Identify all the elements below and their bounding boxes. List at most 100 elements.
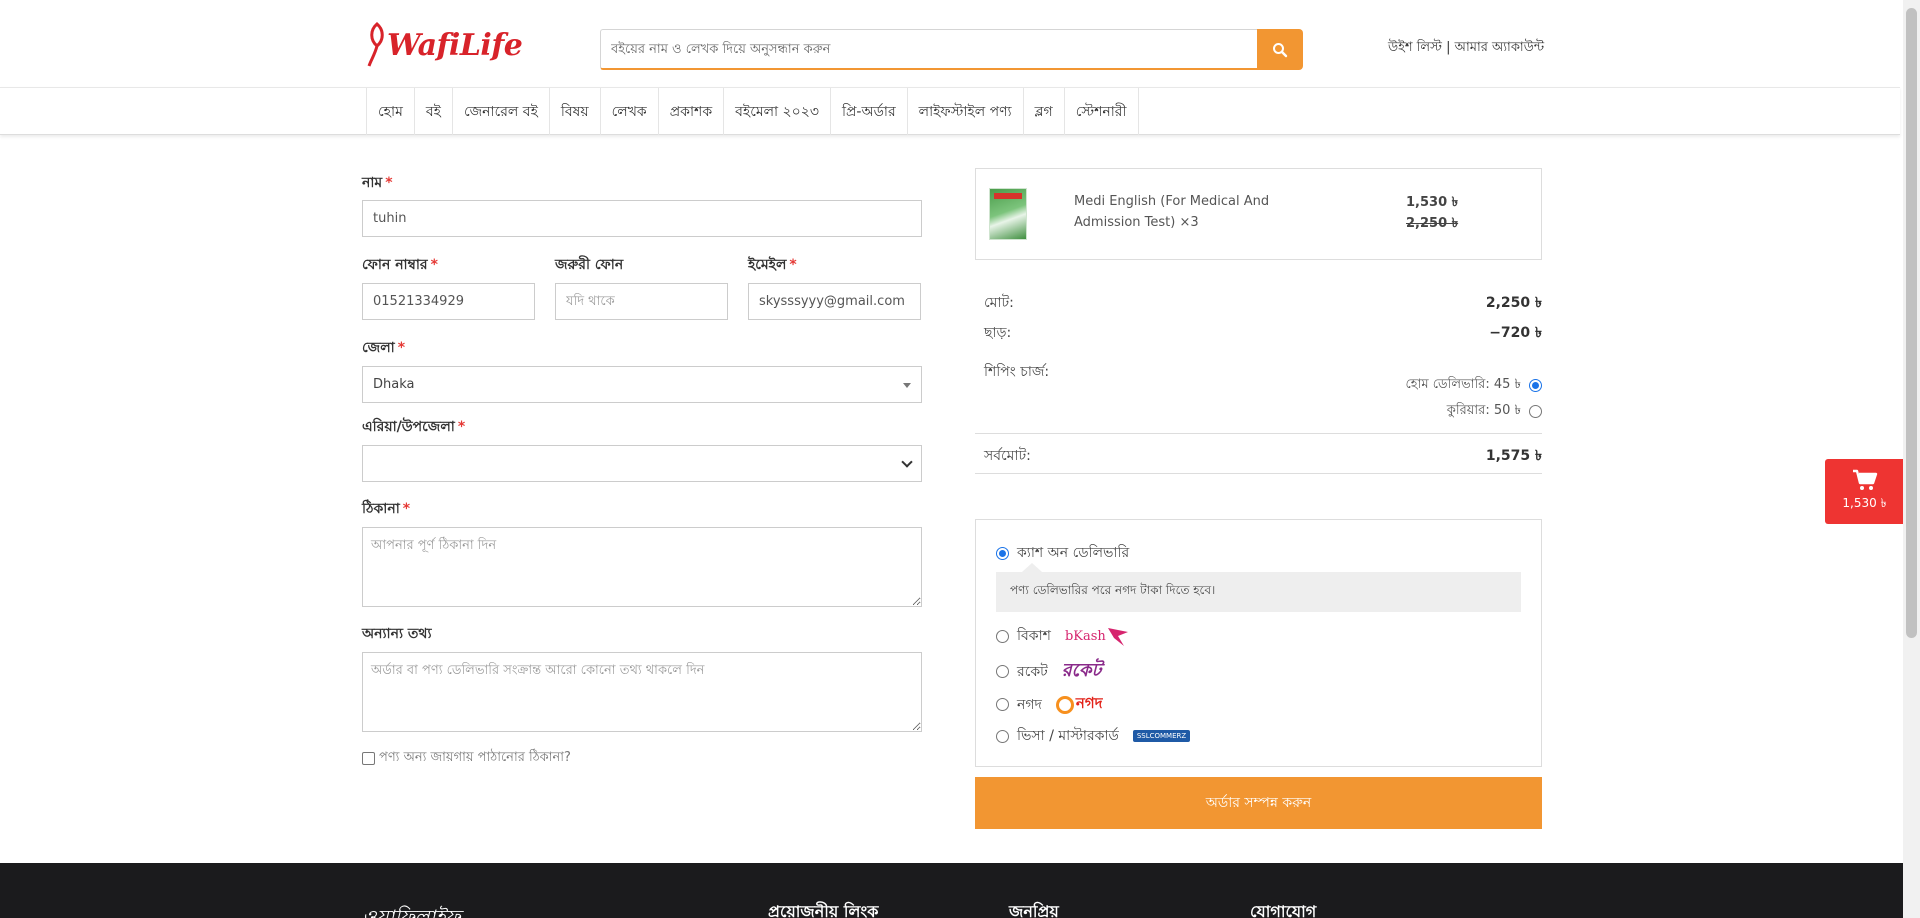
product-quantity: ×3 xyxy=(1179,215,1199,230)
ship-elsewhere-option[interactable]: পণ্য অন্য জায়গায় পাঠানোর ঠিকানা? xyxy=(362,748,571,769)
product-name[interactable]: Medi English (For Medical And Admission … xyxy=(1074,191,1284,233)
payment-rocket-radio[interactable] xyxy=(996,665,1009,678)
footer-contact-heading: যোগাযোগ xyxy=(1250,902,1317,918)
ship-home-label: হোম ডেলিভারি: 45 ৳ xyxy=(1405,377,1521,392)
place-order-button[interactable]: অর্ডার সম্পন্ন করুন xyxy=(975,777,1542,829)
payment-nagad-radio[interactable] xyxy=(996,698,1009,711)
other-info-textarea[interactable] xyxy=(362,652,922,732)
scrollbar-thumb[interactable] xyxy=(1906,8,1917,638)
payment-cod-radio[interactable] xyxy=(996,546,1009,560)
grand-total-label: সর্বমোট: xyxy=(984,448,1031,464)
payment-card-option[interactable]: ভিসা / মাস্টারকার্ড SSLCOMMERZ xyxy=(996,724,1191,748)
other-info-label: অন্যান্য তথ্য xyxy=(362,626,432,642)
nav-item-preorder[interactable]: প্রি-অর্ডার xyxy=(829,88,907,135)
payment-cod-label: ক্যাশ অন ডেলিভারি xyxy=(1017,545,1130,561)
nav-item-authors[interactable]: লেখক xyxy=(599,88,658,135)
nagad-logo-text: নগদ xyxy=(1075,694,1103,712)
phone-input[interactable] xyxy=(362,283,535,320)
phone-label-text: ফোন নাম্বার xyxy=(362,257,428,273)
email-input[interactable] xyxy=(748,283,921,320)
email-label-text: ইমেইল xyxy=(748,257,787,273)
total-value: 2,250 ৳ xyxy=(1485,295,1542,311)
district-value: Dhaka xyxy=(373,377,415,392)
total-row: মোট: 2,250 ৳ xyxy=(984,291,1542,315)
payment-rocket-option[interactable]: রকেট রকেট xyxy=(996,656,1101,687)
footer-links-heading: প্রয়োজনীয় লিংক xyxy=(768,902,879,918)
wishlist-link[interactable]: উইশ লিস্ট xyxy=(1388,40,1442,55)
nav-item-home[interactable]: হোম xyxy=(366,88,414,135)
grand-total-row: সর্বমোট: 1,575 ৳ xyxy=(984,444,1542,468)
account-links: উইশ লিস্ট | আমার অ্যাকাউন্ট xyxy=(1388,38,1544,59)
ship-home-option[interactable]: হোম ডেলিভারি: 45 ৳ xyxy=(1406,375,1542,396)
main-nav: হোম বই জেনারেল বই বিষয় লেখক প্রকাশক বইম… xyxy=(0,87,1900,135)
payment-nagad-label: নগদ xyxy=(1017,696,1042,713)
nav-item-publishers[interactable]: প্রকাশক xyxy=(657,88,723,135)
bkash-logo: bKash xyxy=(1065,624,1130,648)
payment-card-radio[interactable] xyxy=(996,729,1009,743)
nav-item-lifestyle[interactable]: লাইফস্টাইল পণ্য xyxy=(906,88,1023,135)
product-thumbnail[interactable] xyxy=(989,188,1027,240)
area-label: এরিয়া/উপজেলা * xyxy=(362,415,465,439)
payment-bkash-label: বিকাশ xyxy=(1017,628,1051,644)
search-button[interactable] xyxy=(1257,29,1303,70)
link-separator: | xyxy=(1446,40,1451,55)
name-label-text: নাম xyxy=(362,175,383,191)
bkash-bird-icon xyxy=(1107,628,1128,646)
payment-cod-option[interactable]: ক্যাশ অন ডেলিভারি xyxy=(996,541,1129,565)
sslcommerz-logo: SSLCOMMERZ xyxy=(1132,730,1191,742)
ship-courier-radio[interactable] xyxy=(1529,405,1542,418)
caret-down-icon xyxy=(903,382,911,388)
ship-elsewhere-label: পণ্য অন্য জায়গায় পাঠানোর ঠিকানা? xyxy=(379,750,571,765)
district-label: জেলা * xyxy=(362,336,405,360)
area-select[interactable] xyxy=(362,445,922,482)
payment-nagad-option[interactable]: নগদ নগদ xyxy=(996,692,1103,717)
page-scrollbar[interactable] xyxy=(1903,0,1920,918)
nav-item-bookfair[interactable]: বইমেলা ২০২৩ xyxy=(723,88,830,135)
payment-methods: ক্যাশ অন ডেলিভারি পণ্য ডেলিভারির পরে নগদ… xyxy=(975,519,1542,767)
ship-courier-option[interactable]: কুরিয়ার: 50 ৳ xyxy=(1447,401,1542,422)
nav-item-stationery[interactable]: স্টেশনারী xyxy=(1063,88,1139,135)
divider xyxy=(975,433,1542,434)
search-input[interactable] xyxy=(600,29,1257,70)
nav-item-general-books[interactable]: জেনারেল বই xyxy=(451,88,549,135)
payment-bkash-radio[interactable] xyxy=(996,629,1009,643)
alt-phone-input[interactable] xyxy=(555,283,728,320)
site-header: WafiLife উইশ লিস্ট | আমার অ্যাকাউন্ট xyxy=(0,0,1900,88)
my-account-link[interactable]: আমার অ্যাকাউন্ট xyxy=(1455,40,1544,55)
logo-text: WafiLife xyxy=(387,27,523,63)
nagad-ring-icon xyxy=(1055,695,1074,714)
grand-total-value: 1,575 ৳ xyxy=(1485,448,1542,464)
required-mark: * xyxy=(789,257,797,273)
district-label-text: জেলা xyxy=(362,340,395,356)
address-textarea[interactable] xyxy=(362,527,922,607)
ship-courier-label: কুরিয়ার: 50 ৳ xyxy=(1446,403,1521,418)
product-title: Medi English (For Medical And Admission … xyxy=(1074,194,1270,230)
product-old-price: 2,250 ৳ xyxy=(1406,216,1459,231)
site-logo[interactable]: WafiLife xyxy=(367,18,523,72)
ship-elsewhere-checkbox[interactable] xyxy=(362,752,375,765)
ship-home-radio[interactable] xyxy=(1529,379,1542,392)
shipping-label: শিপিং চার্জ: xyxy=(984,364,1050,380)
nav-item-blog[interactable]: ব্লগ xyxy=(1022,88,1064,135)
name-input[interactable] xyxy=(362,200,922,237)
discount-value: −720 ৳ xyxy=(1489,325,1542,341)
footer-popular-heading: জনপ্রিয় xyxy=(1009,902,1059,918)
name-label: নাম * xyxy=(362,171,393,195)
floating-cart-button[interactable]: 1,530 ৳ xyxy=(1825,459,1904,524)
nav-item-subjects[interactable]: বিষয় xyxy=(548,88,600,135)
payment-card-label: ভিসা / মাস্টারকার্ড xyxy=(1017,728,1119,744)
required-mark: * xyxy=(385,175,393,191)
rocket-logo: রকেট xyxy=(1061,660,1102,681)
site-footer: ওয়াফিলাইফ প্রয়োজনীয় লিংক জনপ্রিয় যোগ… xyxy=(0,863,1903,918)
nav-item-books[interactable]: বই xyxy=(413,88,452,135)
payment-bkash-option[interactable]: বিকাশ bKash xyxy=(996,624,1130,648)
floating-cart-amount: 1,530 ৳ xyxy=(1842,495,1887,510)
address-label: ঠিকানা * xyxy=(362,497,410,521)
search-bar xyxy=(600,29,1303,70)
area-label-text: এরিয়া/উপজেলা xyxy=(362,419,455,435)
required-mark: * xyxy=(430,257,438,273)
discount-label: ছাড়: xyxy=(984,325,1012,341)
required-mark: * xyxy=(457,419,466,435)
district-select[interactable]: Dhaka xyxy=(362,366,922,403)
footer-logo[interactable]: ওয়াফিলাইফ xyxy=(362,903,460,918)
